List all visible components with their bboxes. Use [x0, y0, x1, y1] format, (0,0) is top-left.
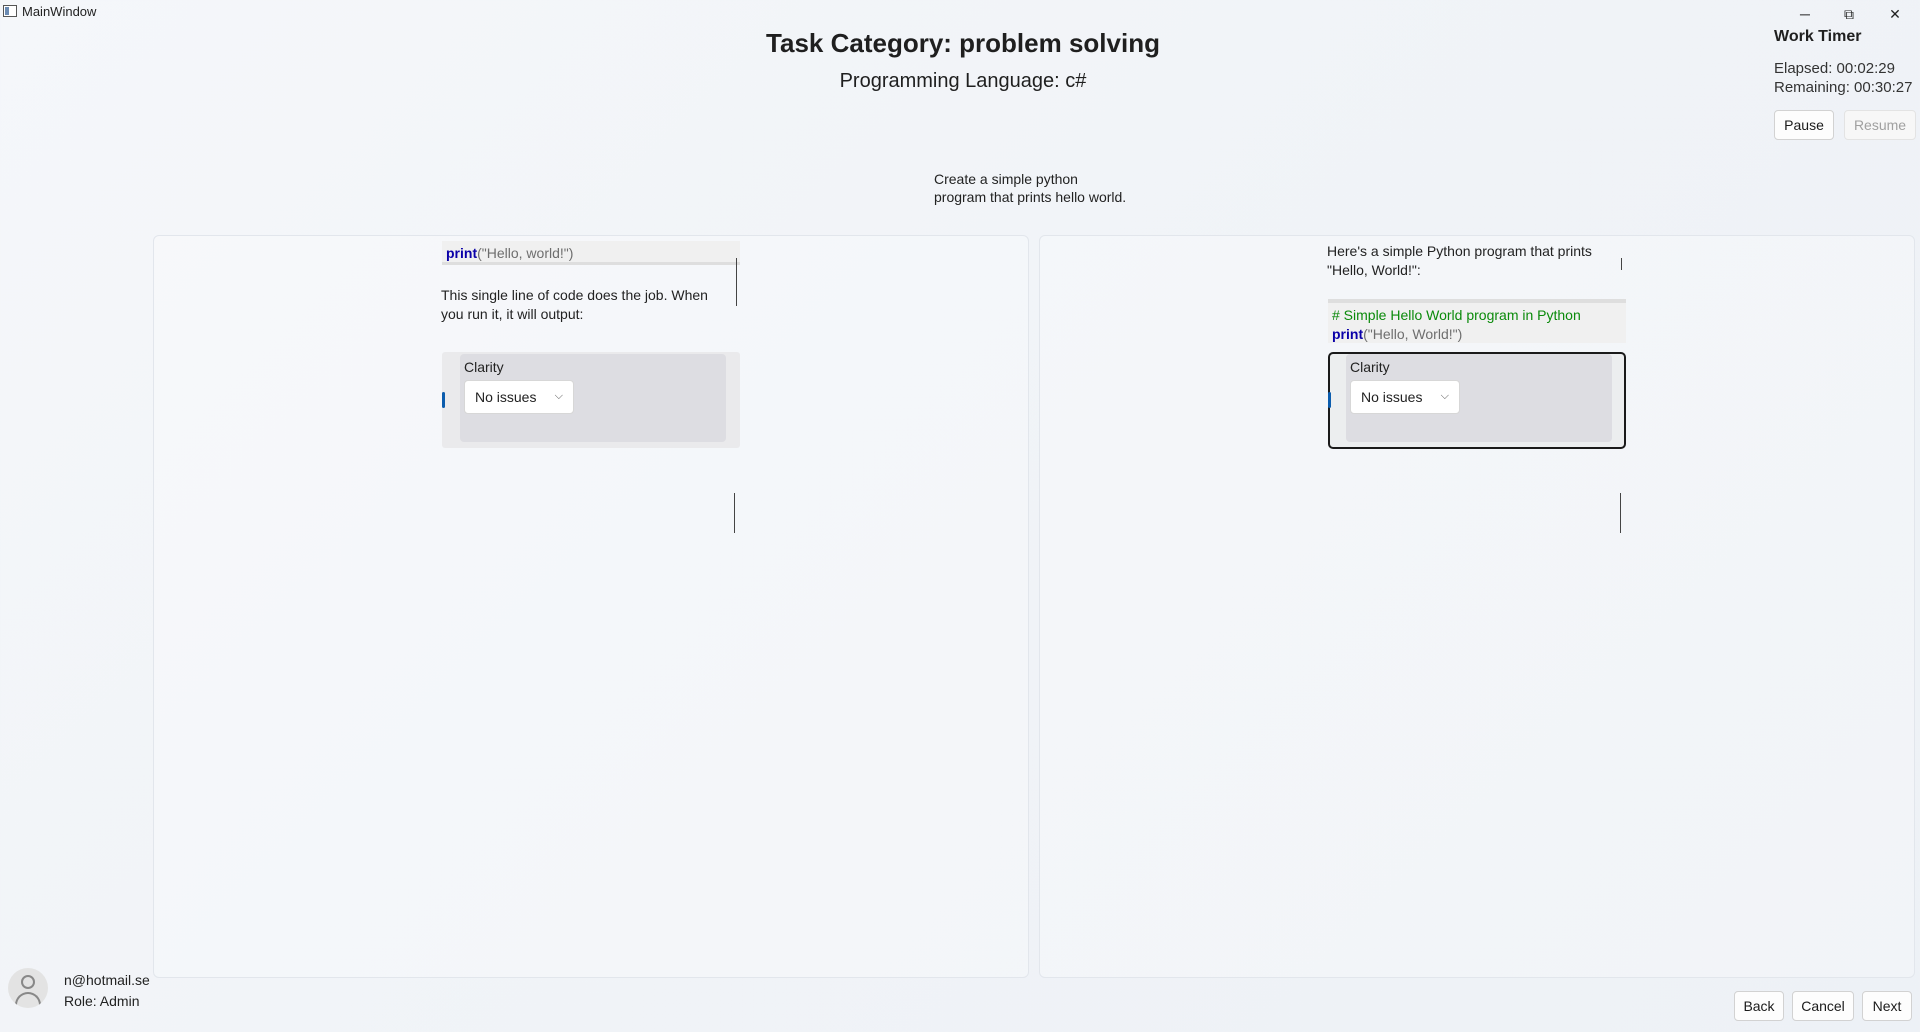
- code-keyword: print: [1332, 326, 1364, 342]
- clarity-select[interactable]: No issues ⌵: [1350, 380, 1460, 414]
- accent-indicator: [1328, 392, 1331, 408]
- back-button[interactable]: Back: [1734, 991, 1784, 1021]
- clarity-label: Clarity: [464, 359, 504, 375]
- chevron-down-icon: ⌵: [1440, 390, 1449, 402]
- timer-remaining: Remaining: 00:30:27: [1774, 79, 1913, 96]
- text-line: you run it, it will output:: [441, 306, 584, 322]
- code-comment: # Simple Hello World program in Python: [1332, 307, 1581, 323]
- task-prompt: Create a simple python program that prin…: [934, 170, 1154, 206]
- right-code-block: # Simple Hello World program in Python p…: [1328, 299, 1626, 343]
- select-value: No issues: [1361, 389, 1423, 405]
- close-button[interactable]: ✕: [1872, 0, 1918, 28]
- user-email: n@hotmail.se: [64, 972, 150, 988]
- code-args: ("Hello, world!"): [477, 245, 574, 261]
- avatar-body: [15, 992, 41, 1008]
- right-rating-card: Clarity No issues ⌵: [1328, 352, 1626, 449]
- cancel-button[interactable]: Cancel: [1792, 991, 1854, 1021]
- clarity-label: Clarity: [1350, 359, 1390, 375]
- work-timer: Work Timer Elapsed: 00:02:29 Remaining: …: [1774, 28, 1920, 96]
- user-avatar-icon: [8, 968, 48, 1008]
- left-rating-card: Clarity No issues ⌵: [442, 352, 740, 448]
- pause-button[interactable]: Pause: [1774, 110, 1834, 140]
- minimize-button[interactable]: ─: [1782, 0, 1828, 28]
- code-keyword: print: [446, 245, 478, 261]
- clarity-select[interactable]: No issues ⌵: [464, 380, 574, 414]
- timer-elapsed: Elapsed: 00:02:29: [1774, 60, 1895, 77]
- scrollbar-indicator[interactable]: [1621, 258, 1622, 270]
- maximize-button[interactable]: ⧉: [1826, 0, 1872, 28]
- resume-button: Resume: [1844, 110, 1916, 140]
- next-button[interactable]: Next: [1862, 991, 1912, 1021]
- text-line: This single line of code does the job. W…: [441, 287, 708, 303]
- title-bar: MainWindow ─ ⧉ ✕: [0, 0, 1920, 24]
- select-value: No issues: [475, 389, 537, 405]
- scrollbar-indicator[interactable]: [1620, 493, 1621, 533]
- user-role: Role: Admin: [64, 993, 140, 1009]
- scrollbar-indicator[interactable]: [734, 493, 735, 533]
- text-line: "Hello, World!":: [1327, 262, 1421, 278]
- code-args: ("Hello, World!"): [1363, 326, 1463, 342]
- timer-title: Work Timer: [1774, 28, 1862, 45]
- window-title: MainWindow: [22, 4, 97, 19]
- accent-indicator: [442, 392, 445, 408]
- task-category-title: Task Category: problem solving: [766, 28, 1160, 58]
- prompt-line-1: Create a simple python: [934, 171, 1078, 187]
- avatar-head: [21, 975, 35, 989]
- left-code-block: print("Hello, world!"): [442, 241, 740, 265]
- right-response-intro: Here's a simple Python program that prin…: [1327, 242, 1627, 280]
- right-response-panel[interactable]: Here's a simple Python program that prin…: [1039, 235, 1915, 978]
- programming-language-title: Programming Language: c#: [839, 70, 1087, 92]
- left-response-panel[interactable]: print("Hello, world!") This single line …: [153, 235, 1029, 978]
- left-response-text: This single line of code does the job. W…: [441, 286, 741, 324]
- prompt-line-2: program that prints hello world.: [934, 189, 1127, 205]
- text-line: Here's a simple Python program that prin…: [1327, 243, 1592, 259]
- app-icon: [3, 5, 17, 17]
- chevron-down-icon: ⌵: [554, 390, 563, 402]
